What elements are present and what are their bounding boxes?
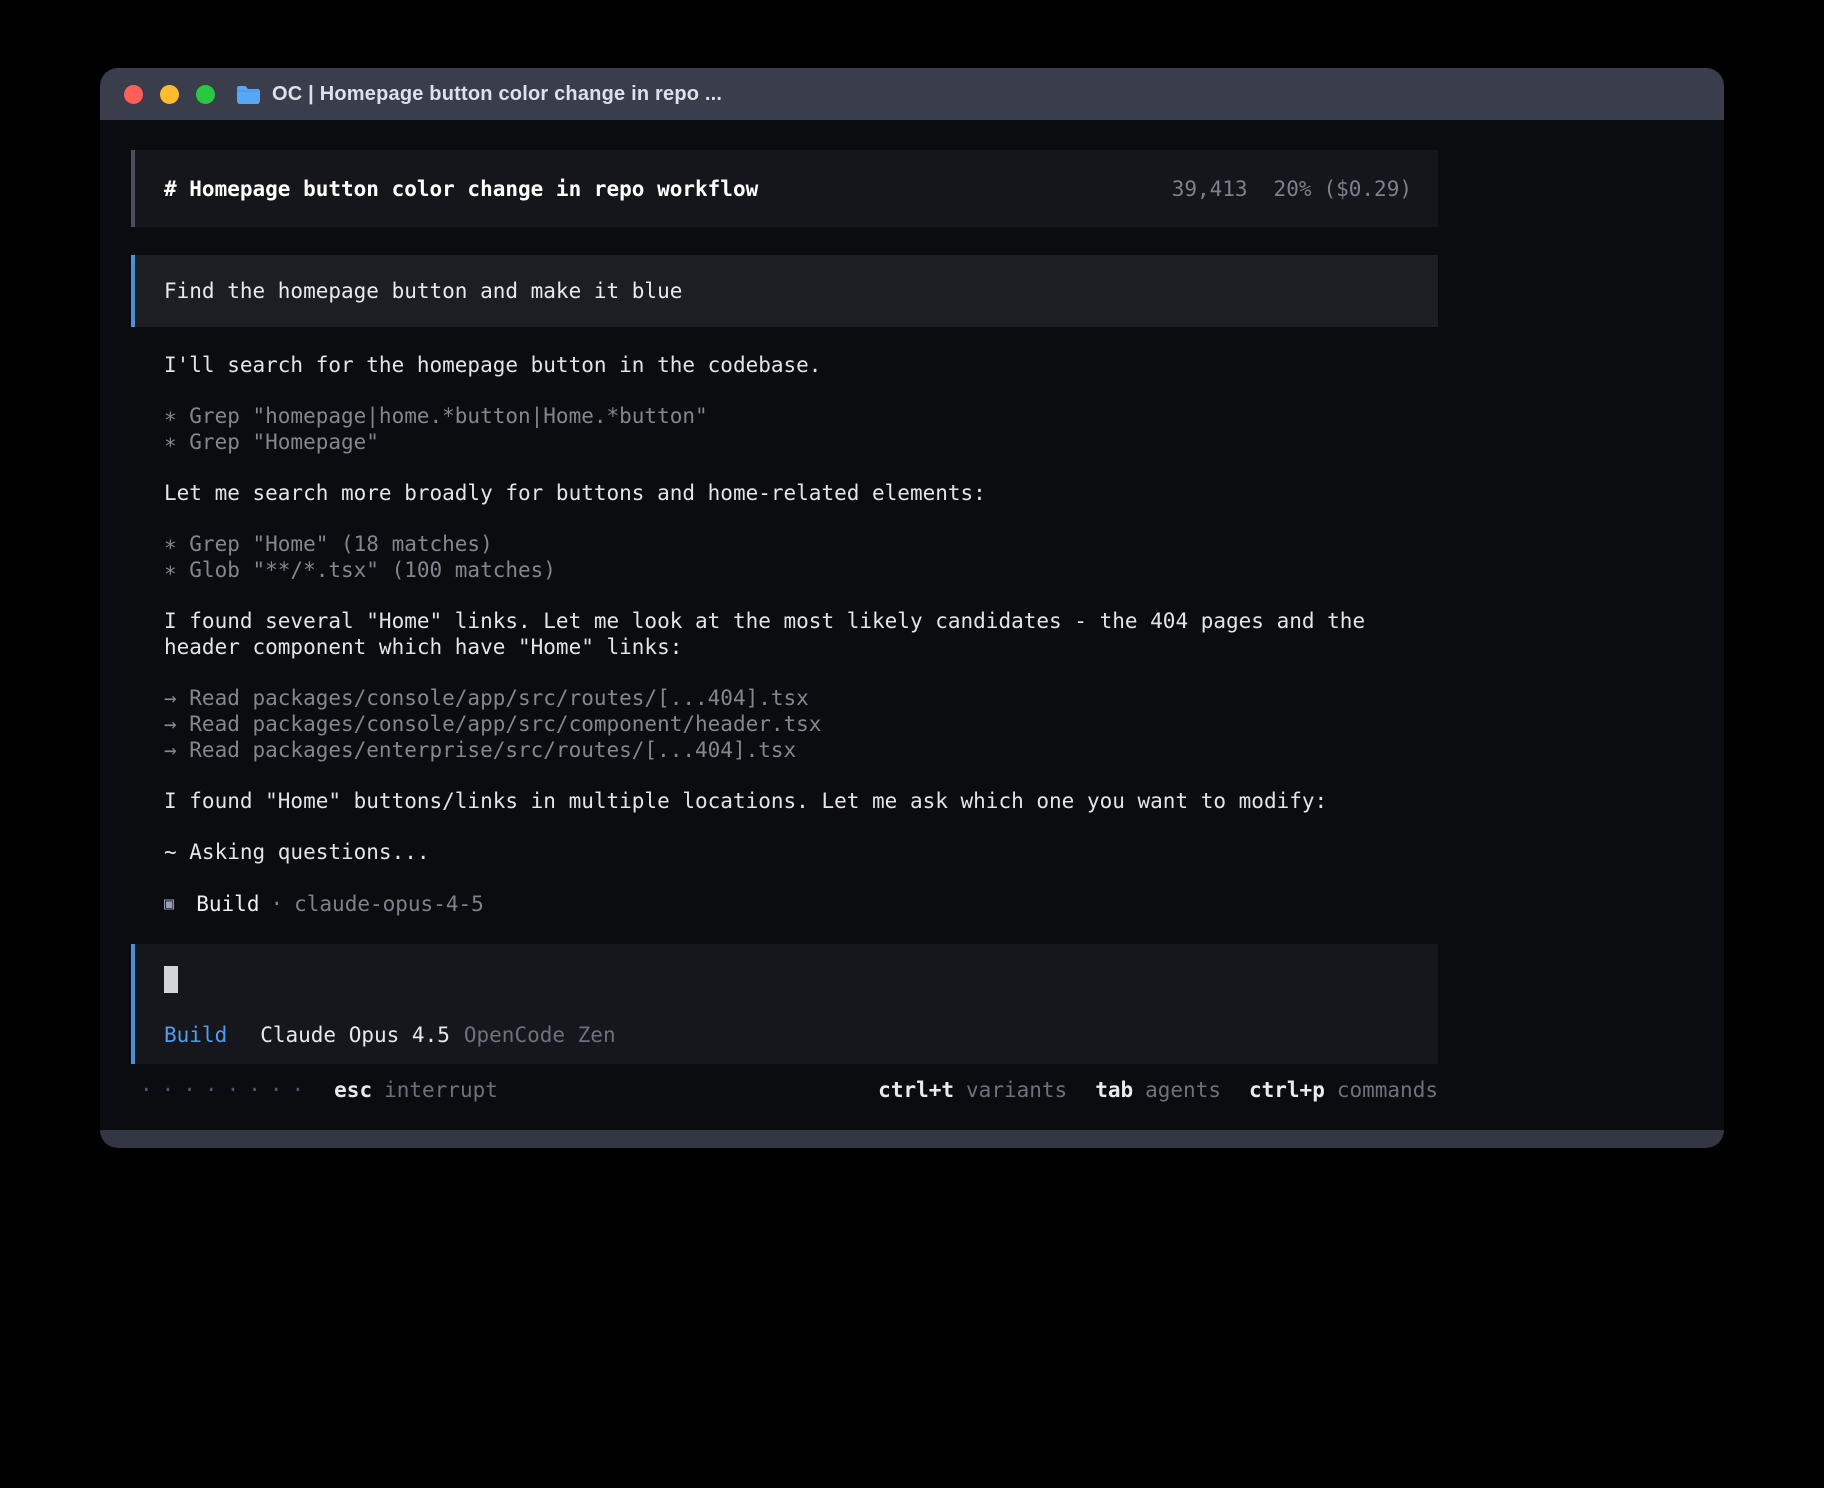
interrupt-hint-label: interrupt: [384, 1077, 498, 1103]
user-message-text: Find the homepage button and make it blu…: [164, 278, 682, 304]
tool-call-read: → Read packages/enterprise/src/routes/[.…: [164, 737, 1424, 763]
agent-square-icon: ▣: [164, 891, 174, 917]
commands-hint-label: commands: [1337, 1077, 1438, 1103]
assistant-message: I'll search for the homepage button in t…: [164, 352, 1424, 378]
title-group: OC | Homepage button color change in rep…: [236, 83, 722, 106]
prompt-provider: OpenCode Zen: [464, 1022, 616, 1048]
commands-hint: ctrl+p commands: [1249, 1077, 1438, 1103]
prompt-model: Claude Opus 4.5: [260, 1022, 450, 1048]
ctrl-t-key-hint: ctrl+t: [878, 1077, 954, 1103]
window-controls: [124, 85, 215, 104]
agents-hint-label: agents: [1145, 1077, 1221, 1103]
ctrl-p-key-hint: ctrl+p: [1249, 1077, 1325, 1103]
agent-name: Build: [196, 891, 259, 917]
tool-call-read: → Read packages/console/app/src/routes/[…: [164, 685, 1424, 711]
prompt-input[interactable]: Build Claude Opus 4.5 OpenCode Zen: [131, 944, 1438, 1064]
agents-hint: tab agents: [1095, 1077, 1221, 1103]
spinner-dots: ········: [140, 1077, 313, 1103]
variants-hint: ctrl+t variants: [878, 1077, 1067, 1103]
folder-icon: [236, 85, 261, 104]
status-line: ~ Asking questions...: [164, 839, 1424, 865]
titlebar[interactable]: OC | Homepage button color change in rep…: [100, 68, 1724, 120]
agent-model: claude-opus-4-5: [294, 891, 484, 917]
window-title: OC | Homepage button color change in rep…: [272, 83, 722, 106]
prompt-meta: Build Claude Opus 4.5 OpenCode Zen: [164, 1022, 1438, 1048]
zoom-button[interactable]: [196, 85, 215, 104]
tool-call-grep: ∗ Grep "Home" (18 matches): [164, 531, 1424, 557]
window-bottom-edge: [100, 1130, 1724, 1148]
terminal-content[interactable]: # Homepage button color change in repo w…: [100, 120, 1724, 1130]
session-cost: ($0.29): [1323, 176, 1412, 202]
tab-key-hint: tab: [1095, 1077, 1133, 1103]
status-bar-left: ········ esc interrupt: [140, 1077, 498, 1103]
tool-call-grep: ∗ Grep "Homepage": [164, 429, 1424, 455]
prompt-mode: Build: [164, 1022, 227, 1048]
status-bar-right: ctrl+t variants tab agents ctrl+p comman…: [850, 1077, 1438, 1103]
desktop: OC | Homepage button color change in rep…: [0, 0, 1824, 1488]
minimize-button[interactable]: [160, 85, 179, 104]
session-header: # Homepage button color change in repo w…: [131, 150, 1438, 227]
agent-separator: ·: [270, 891, 283, 917]
tool-call-glob: ∗ Glob "**/*.tsx" (100 matches): [164, 557, 1424, 583]
text-cursor: [164, 966, 178, 993]
esc-key-hint: esc: [334, 1077, 372, 1103]
assistant-message: Let me search more broadly for buttons a…: [164, 480, 1424, 506]
agent-badge: ▣ Build · claude-opus-4-5: [164, 891, 1438, 917]
close-button[interactable]: [124, 85, 143, 104]
tui-column: # Homepage button color change in repo w…: [131, 150, 1438, 1103]
variants-hint-label: variants: [966, 1077, 1067, 1103]
token-count: 39,413: [1172, 176, 1248, 202]
context-percent: 20%: [1274, 176, 1312, 202]
session-stats: 39,413 20% ($0.29): [1172, 176, 1412, 202]
terminal-window: OC | Homepage button color change in rep…: [100, 68, 1724, 1148]
tool-call-grep: ∗ Grep "homepage|home.*button|Home.*butt…: [164, 403, 1424, 429]
status-bar: ········ esc interrupt ctrl+t variants t…: [131, 1077, 1438, 1103]
transcript: I'll search for the homepage button in t…: [164, 352, 1424, 865]
tool-call-read: → Read packages/console/app/src/componen…: [164, 711, 1424, 737]
assistant-message: I found several "Home" links. Let me loo…: [164, 608, 1424, 660]
user-message: Find the homepage button and make it blu…: [131, 255, 1438, 327]
session-title: # Homepage button color change in repo w…: [164, 176, 758, 202]
assistant-message: I found "Home" buttons/links in multiple…: [164, 788, 1424, 814]
